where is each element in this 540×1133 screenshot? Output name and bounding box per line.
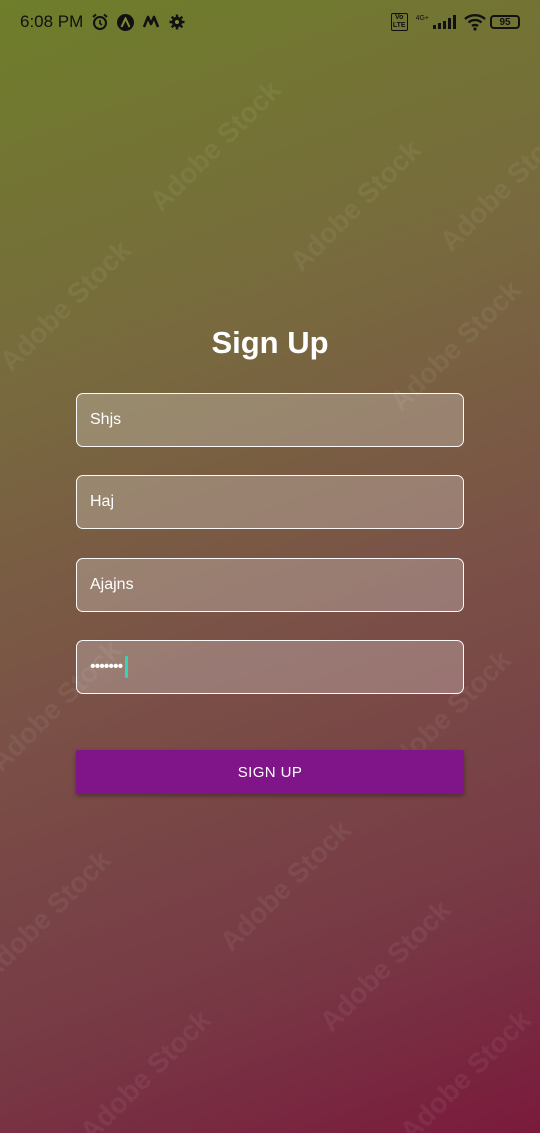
app-a-icon <box>117 13 135 31</box>
volte-icon: Vo LTE <box>390 13 408 31</box>
field-value: Ajajns <box>90 576 134 593</box>
password-field[interactable]: ••••••• <box>76 640 464 694</box>
email-field[interactable]: Ajajns <box>76 558 464 612</box>
settings-icon <box>168 13 186 31</box>
field-value: Shjs <box>90 411 122 428</box>
sign-up-button[interactable]: SIGN UP <box>76 750 464 794</box>
first-name-field[interactable]: Shjs <box>76 393 464 447</box>
app-m-icon <box>142 13 160 31</box>
last-name-field[interactable]: Haj <box>76 475 464 529</box>
battery-icon: 95 <box>490 15 520 29</box>
status-time: 6:08 PM <box>20 12 84 31</box>
password-value: ••••••• <box>90 658 123 675</box>
field-value: Haj <box>90 493 115 510</box>
page-title: Sign Up <box>211 325 329 360</box>
signal-icon <box>433 15 456 29</box>
text-cursor <box>125 656 129 678</box>
alarm-icon <box>91 13 109 31</box>
network-type: 4G+ <box>415 15 429 22</box>
status-bar: 6:08 PM Vo LTE 4G+ 95 <box>0 0 540 44</box>
wifi-icon <box>464 13 486 31</box>
